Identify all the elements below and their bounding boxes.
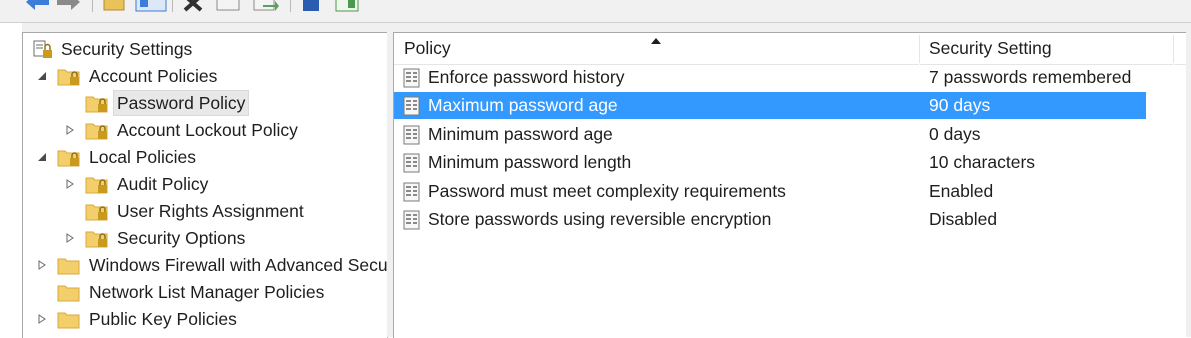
pane-header-strip — [22, 23, 1191, 32]
folder-icon — [57, 285, 80, 302]
policy-name: Minimum password length — [428, 152, 632, 173]
x-icon — [183, 0, 203, 12]
locked-folder-icon — [85, 204, 108, 221]
tree-item-security-options[interactable]: Security Options — [23, 226, 387, 250]
policy-name: Maximum password age — [428, 95, 618, 116]
window-edge — [1186, 32, 1191, 337]
up-folder-button[interactable] — [101, 0, 127, 13]
tree-item-account-policies[interactable]: Account Policies — [23, 64, 387, 88]
policy-setting-icon — [403, 68, 420, 88]
policy-setting-icon — [403, 125, 420, 145]
tree-item-local-policies[interactable]: Local Policies — [23, 145, 387, 169]
policy-row[interactable]: Minimum password length 10 characters — [394, 149, 1146, 176]
delete-button[interactable] — [180, 0, 206, 13]
tree-item-password-policy[interactable]: Password Policy — [23, 90, 387, 116]
tree-item-label: Network List Manager Policies — [89, 282, 325, 302]
tree-item-windows-firewall-with-advanced-secu[interactable]: Windows Firewall with Advanced Secu — [23, 253, 387, 277]
toolbar-separator — [172, 0, 173, 12]
policy-row[interactable]: Password must meet complexity requiremen… — [394, 178, 1146, 205]
collapsed-arrow-icon[interactable] — [37, 260, 47, 270]
expanded-arrow-icon[interactable] — [37, 71, 47, 81]
policy-row[interactable]: Store passwords using reversible encrypt… — [394, 206, 1146, 233]
action-pane-button[interactable] — [334, 0, 362, 13]
policy-setting-value: 10 characters — [929, 152, 1036, 173]
toolbar-separator — [92, 0, 93, 12]
locked-folder-icon — [85, 123, 108, 140]
column-header-setting-label: Security Setting — [929, 38, 1052, 58]
security-settings-icon — [33, 40, 52, 58]
properties-icon — [216, 0, 240, 11]
help-icon — [303, 0, 319, 11]
policy-setting-icon — [403, 153, 420, 173]
show-hide-tree-button[interactable] — [134, 0, 168, 13]
policy-setting-value: 0 days — [929, 123, 981, 144]
tree-item-label: Local Policies — [89, 147, 196, 167]
policy-setting-icon — [403, 96, 420, 116]
policy-name: Enforce password history — [428, 67, 625, 87]
policy-name: Password must meet complexity requiremen… — [428, 180, 786, 201]
policy-row[interactable]: Maximum password age 90 days — [394, 92, 1146, 120]
column-header-security-setting[interactable]: Security Setting — [920, 33, 1173, 65]
tree-item-label: Account Policies — [89, 66, 218, 86]
tree-item-label: Account Lockout Policy — [117, 120, 298, 140]
locked-folder-icon — [85, 231, 108, 248]
collapsed-arrow-icon[interactable] — [65, 179, 75, 189]
tree-item-label: Audit Policy — [117, 174, 209, 194]
locked-folder-icon — [85, 96, 108, 113]
tree-item-label: Password Policy — [113, 90, 250, 116]
policy-list[interactable]: Policy Security Setting Enforce password… — [393, 32, 1187, 338]
tree-item-network-list-manager-policies[interactable]: Network List Manager Policies — [23, 280, 387, 304]
console-tree[interactable]: Security Settings Account Policies Passwo… — [22, 32, 388, 338]
action-pane-icon — [335, 0, 359, 12]
tree-item-label: Security Options — [117, 228, 246, 248]
policy-setting-value: Enabled — [929, 180, 994, 201]
policy-name: Minimum password age — [428, 123, 613, 144]
policy-setting-icon — [403, 182, 420, 202]
tree-root[interactable]: Security Settings — [23, 37, 387, 61]
console-tree-icon — [135, 0, 167, 12]
policy-name: Store passwords using reversible encrypt… — [428, 209, 772, 229]
toolbar — [0, 0, 1191, 23]
policy-row[interactable]: Minimum password age 0 days — [394, 121, 1146, 148]
tree-item-label: User Rights Assignment — [117, 201, 304, 221]
collapsed-arrow-icon[interactable] — [37, 314, 47, 324]
folder-up-icon — [103, 0, 125, 11]
export-list-button[interactable] — [251, 0, 279, 13]
export-icon — [253, 0, 279, 11]
properties-button[interactable] — [214, 0, 242, 13]
tree-item-user-rights-assignment[interactable]: User Rights Assignment — [23, 199, 387, 223]
policy-setting-icon — [403, 210, 420, 230]
tree-root-label: Security Settings — [61, 39, 193, 59]
policy-row[interactable]: Enforce password history 7 passwords reme… — [394, 64, 1146, 91]
folder-icon — [57, 258, 80, 275]
locked-folder-icon — [57, 69, 80, 86]
tree-item-account-lockout-policy[interactable]: Account Lockout Policy — [23, 118, 387, 142]
forward-button[interactable] — [54, 0, 84, 13]
policy-setting-value: 90 days — [929, 95, 991, 116]
expanded-arrow-icon[interactable] — [37, 152, 47, 162]
toolbar-separator — [290, 0, 291, 12]
sort-ascending-icon — [651, 38, 661, 44]
collapsed-arrow-icon[interactable] — [65, 233, 75, 243]
column-header-policy[interactable]: Policy — [394, 33, 919, 65]
collapsed-arrow-icon[interactable] — [65, 125, 75, 135]
arrow-left-icon — [26, 0, 49, 10]
tree-item-label: Public Key Policies — [89, 309, 237, 329]
tree-item-audit-policy[interactable]: Audit Policy — [23, 172, 387, 196]
tree-item-public-key-policies[interactable]: Public Key Policies — [23, 307, 387, 331]
locked-folder-icon — [85, 177, 108, 194]
locked-folder-icon — [57, 150, 80, 167]
policy-setting-value: 7 passwords remembered — [929, 67, 1132, 87]
tree-item-label: Windows Firewall with Advanced Secu — [89, 255, 388, 275]
back-button[interactable] — [22, 0, 52, 13]
folder-icon — [57, 312, 80, 329]
arrow-right-icon — [57, 0, 80, 10]
policy-setting-value: Disabled — [929, 209, 998, 229]
column-header-policy-label: Policy — [404, 38, 451, 58]
help-button[interactable] — [300, 0, 324, 13]
